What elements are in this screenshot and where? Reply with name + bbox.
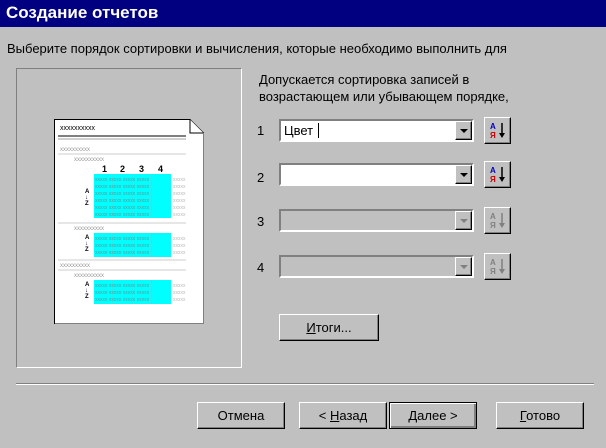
chevron-down-icon [460,173,468,177]
svg-text:xxxxxxxxxx: xxxxxxxxxx [60,263,90,269]
svg-text:xxxxx: xxxxx [173,243,186,249]
back-arrow: < [318,408,327,423]
svg-text:Z: Z [85,294,89,300]
back-mnemonic: Н [329,408,340,423]
summary-options-button[interactable]: Итоги... [279,314,379,341]
svg-text:A: A [490,258,496,267]
svg-text:xxxxx xxxxx xxxxx xxxxx: xxxxx xxxxx xxxxx xxxxx [95,297,150,303]
report-preview-panel: xxxxxxxxxx xxxxxxxxxx xxxxxxxxxx 1 2 3 4… [16,68,242,368]
svg-text:xxxxx: xxxxx [173,290,186,296]
svg-text:xxxxx xxxxx xxxxx xxxxx: xxxxx xxxxx xxxxx xxxxx [95,290,150,296]
footer-separator [16,383,594,385]
svg-text:xxxxx xxxxx xxxxx xxxxx: xxxxx xxxxx xxxxx xxxxx [95,205,150,211]
svg-text:xxxxx: xxxxx [173,236,186,242]
sort-field-4-dropdown-button[interactable] [455,257,472,276]
svg-text:xxxxxxxxxx: xxxxxxxxxx [74,273,104,279]
sort-help-line-2: возрастающем или убывающем порядке, [259,89,509,104]
instruction-text: Выберите порядок сортировки и вычисления… [7,41,507,56]
sort-order-3-button[interactable]: A Я [484,207,511,234]
preview-column-4: 4 [158,164,163,174]
svg-text:xxxxxxxxxx: xxxxxxxxxx [74,157,104,163]
chevron-down-icon [460,265,468,269]
summary-mnemonic: И [306,320,316,335]
cancel-button[interactable]: Отмена [197,402,285,429]
sort-ascending-icon: A Я [490,258,505,276]
svg-text:Я: Я [490,131,496,140]
next-mnemonic: Д [408,408,418,423]
svg-text:xxxxx xxxxx xxxxx xxxxx: xxxxx xxxxx xxxxx xxxxx [95,184,150,190]
svg-text:A: A [490,212,496,221]
svg-text:xxxxxxxxxx: xxxxxxxxxx [60,147,90,153]
svg-text:Я: Я [490,267,496,276]
sort-field-2-dropdown-button[interactable] [455,165,472,184]
svg-text:xxxxx: xxxxx [173,297,186,303]
svg-text:xxxxxxxxxx: xxxxxxxxxx [74,226,104,232]
sort-row-4-number: 4 [257,260,265,275]
svg-text:xxxxx xxxxx xxxxx xxxxx: xxxxx xxxxx xxxxx xxxxx [95,283,150,289]
preview-header-text: xxxxxxxxxx [60,125,96,132]
sort-order-4-button[interactable]: A Я [484,253,511,280]
svg-text:xxxxx xxxxx xxxxx xxxxx: xxxxx xxxxx xxxxx xxxxx [95,177,150,183]
finish-button[interactable]: Готово [496,402,584,429]
svg-text:A: A [490,166,496,175]
svg-text:Z: Z [85,247,89,253]
next-label: алее > [417,408,458,423]
sort-row-1-number: 1 [257,123,265,138]
sort-row-2-number: 2 [257,170,265,185]
sort-ascending-icon: A Я [490,122,505,140]
report-preview-image: xxxxxxxxxx xxxxxxxxxx xxxxxxxxxx 1 2 3 4… [54,119,205,327]
preview-column-2: 2 [120,164,125,174]
sort-field-1-value[interactable]: Цвет [284,123,313,138]
sort-field-2-combo[interactable] [279,163,474,186]
sort-row-3-number: 3 [257,214,265,229]
chevron-down-icon [460,219,468,223]
window-title: Создание отчетов [0,0,606,27]
sort-order-1-button[interactable]: A Я [484,117,511,144]
back-button[interactable]: < Назад [299,402,387,429]
svg-text:xxxxx xxxxx xxxxx xxxxx: xxxxx xxxxx xxxxx xxxxx [95,198,150,204]
finish-label: отово [526,408,561,423]
sort-field-3-combo[interactable] [279,209,474,232]
svg-text:Я: Я [490,175,496,184]
sort-order-2-button[interactable]: A Я [484,161,511,188]
svg-text:Я: Я [490,221,496,230]
svg-text:A: A [490,122,496,131]
sort-field-1-dropdown-button[interactable] [455,121,472,140]
svg-text:xxxxx xxxxx xxxxx xxxxx: xxxxx xxxxx xxxxx xxxxx [95,236,150,242]
svg-text:xxxxx xxxxx xxxxx xxxxx: xxxxx xxxxx xxxxx xxxxx [95,243,150,249]
svg-text:xxxxx: xxxxx [173,250,186,256]
sort-ascending-icon: A Я [490,212,505,230]
svg-text:xxxxx: xxxxx [173,191,186,197]
preview-column-1: 1 [102,164,107,174]
sort-field-1-combo[interactable]: Цвет [279,119,474,142]
svg-text:xxxxx: xxxxx [173,184,186,190]
summary-label: тоги... [315,320,352,335]
chevron-down-icon [460,129,468,133]
sort-help-line-1: Допускается сортировка записей в [259,72,470,87]
back-label: азад [339,408,368,423]
sort-ascending-icon: A Я [490,166,505,184]
svg-text:xxxxx xxxxx xxxxx xxxxx: xxxxx xxxxx xxxxx xxxxx [95,191,150,197]
svg-text:Z: Z [85,201,89,207]
svg-text:xxxxx: xxxxx [173,283,186,289]
preview-column-3: 3 [139,164,144,174]
svg-text:xxxxx: xxxxx [173,177,186,183]
text-cursor [318,123,319,138]
svg-text:xxxxx: xxxxx [173,212,186,218]
svg-text:xxxxx xxxxx xxxxx xxxxx: xxxxx xxxxx xxxxx xxxxx [95,212,150,218]
sort-field-3-dropdown-button[interactable] [455,211,472,230]
svg-text:xxxxx: xxxxx [173,205,186,211]
next-button[interactable]: Далее > [389,402,477,429]
sort-help-text: Допускается сортировка записей в возраст… [259,71,509,105]
svg-text:xxxxx xxxxx xxxxx xxxxx: xxxxx xxxxx xxxxx xxxxx [95,250,150,256]
svg-text:xxxxx: xxxxx [173,198,186,204]
sort-field-4-combo[interactable] [279,255,474,278]
